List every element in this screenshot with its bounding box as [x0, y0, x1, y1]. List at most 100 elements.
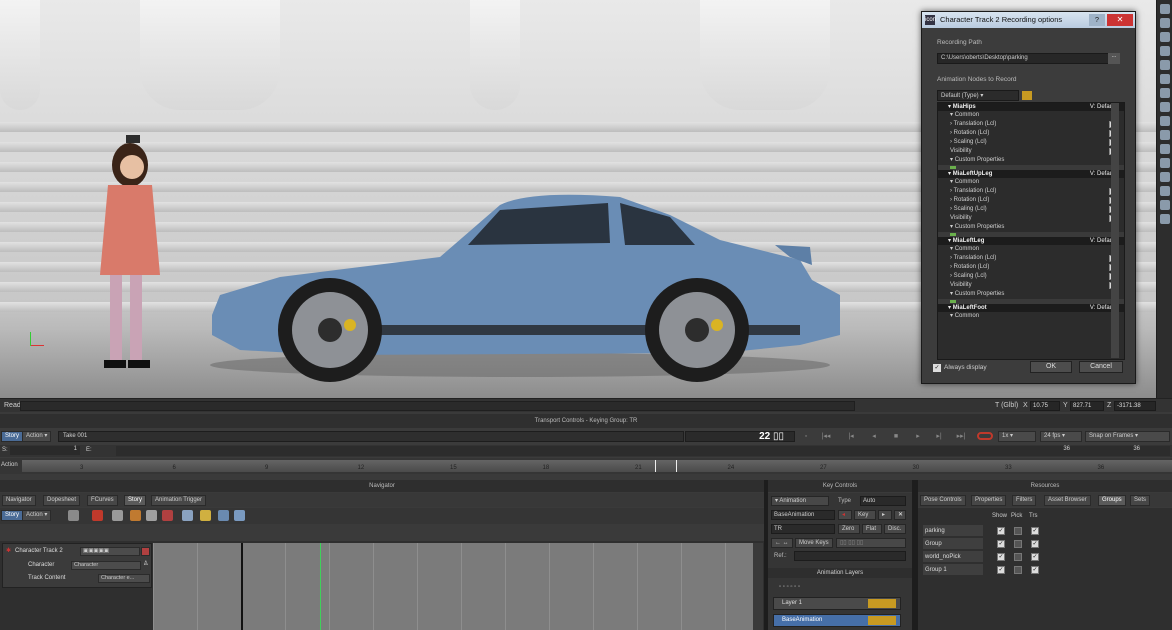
video-track-icon[interactable]	[218, 510, 229, 521]
camera-icon[interactable]	[1159, 18, 1170, 28]
character-dropdown[interactable]: Character	[71, 561, 141, 570]
goto-end-icon[interactable]: ▸▸|	[955, 431, 967, 442]
track-toggle-icons[interactable]: ▣▣▣▣▣	[80, 547, 140, 556]
disc-button[interactable]: Disc.	[884, 524, 906, 534]
type-dropdown[interactable]: Auto	[860, 496, 906, 506]
base-animation-dropdown[interactable]: BaseAnimation	[771, 510, 835, 520]
node-header[interactable]: ▾ MiaLeftFoot V: Default	[938, 304, 1124, 312]
timeline-track[interactable]: 3 6 9 12 15 18 21 24 27 30 33 36	[22, 460, 1172, 472]
action-mode-button[interactable]: Action ▾	[22, 431, 52, 442]
timeline-cursor[interactable]	[655, 460, 677, 472]
prev-key-button[interactable]: ◂	[838, 510, 852, 520]
tab-story[interactable]: Story	[124, 495, 147, 506]
cancel-button[interactable]: Cancel	[1079, 361, 1123, 373]
skeleton-icon[interactable]	[1159, 144, 1170, 154]
car-model[interactable]	[200, 185, 850, 385]
close-icon[interactable]: ✕	[1107, 14, 1133, 26]
range-ruler[interactable]: S: 1 E: 36 36	[0, 445, 1172, 457]
layer-weight-icon[interactable]	[868, 616, 896, 625]
trs-checkbox[interactable]: ✓	[1031, 527, 1039, 535]
move-keys-left-button[interactable]: ← ↔	[771, 538, 793, 548]
help-icon[interactable]: ?	[1089, 14, 1105, 26]
scale-icon[interactable]	[1159, 60, 1170, 70]
tab-fcurves[interactable]: FCurves	[87, 495, 118, 506]
node-property-row[interactable]: › Translation (Lcl)	[938, 254, 1124, 263]
marker-icon[interactable]	[1159, 116, 1170, 126]
tab-sets[interactable]: Sets	[1130, 495, 1151, 506]
track-record-icon[interactable]	[141, 547, 150, 556]
node-property-row[interactable]: ▾ Common	[938, 111, 1124, 120]
next-key-icon[interactable]: ▸|	[933, 431, 945, 442]
tab-filters[interactable]: Filters	[1012, 495, 1037, 506]
filter-icon[interactable]	[1022, 91, 1032, 100]
group-row[interactable]: Group ✓ ✓	[920, 538, 1172, 550]
razor-icon[interactable]	[112, 510, 123, 521]
move-keys-button[interactable]: Move Keys	[795, 538, 833, 548]
track-content-field[interactable]: Character e...	[98, 574, 150, 583]
nodes-dropdown[interactable]: Default (Type) ▾	[937, 90, 1019, 101]
ok-button[interactable]: OK	[1030, 361, 1072, 373]
animation-dropdown[interactable]: ▾ Animation	[771, 496, 829, 506]
key-reduction-buttons[interactable]: ▯▯ ▯▯ ▯▯	[836, 538, 906, 548]
y-coord[interactable]: 827.71	[1070, 401, 1104, 411]
move-icon[interactable]	[1159, 32, 1170, 42]
recording-path-input[interactable]: C:\Users\oberts\Desktop\parking	[937, 53, 1120, 64]
node-property-row[interactable]: › Rotation (Lcl)	[938, 129, 1124, 138]
node-property-row[interactable]: ▾ Custom Properties	[938, 156, 1124, 165]
action-button[interactable]: Action ▾	[22, 510, 52, 521]
delete-key-icon[interactable]: ✕	[894, 510, 906, 520]
x-coord[interactable]: 10.75	[1030, 401, 1060, 411]
trs-checkbox[interactable]: ✓	[1031, 540, 1039, 548]
record-track-icon[interactable]	[92, 510, 103, 521]
tab-pose-controls[interactable]: Pose Controls	[920, 495, 966, 506]
node-property-row[interactable]: ▾ Custom Properties	[938, 223, 1124, 232]
node-property-row[interactable]: Visibility	[938, 281, 1124, 290]
track-timeline[interactable]	[153, 543, 753, 630]
node-list-scrollbar[interactable]	[1111, 103, 1119, 358]
story-button[interactable]: Story	[1, 510, 24, 521]
character-pose-icon[interactable]: ♙	[143, 560, 148, 567]
loop-icon[interactable]: ▫	[800, 431, 812, 442]
key-button[interactable]: Key	[854, 510, 876, 520]
tab-animation-trigger[interactable]: Animation Trigger	[151, 495, 207, 506]
layer-row[interactable]: BaseAnimation	[773, 614, 901, 627]
pick-checkbox[interactable]	[1014, 566, 1022, 574]
always-display-checkbox[interactable]: ✓	[933, 364, 941, 372]
prev-key-icon[interactable]: |◂	[845, 431, 857, 442]
group-row[interactable]: parking ✓ ✓	[920, 525, 1172, 537]
pick-checkbox[interactable]	[1014, 527, 1022, 535]
audio-track-icon[interactable]	[200, 510, 211, 521]
record-button[interactable]	[977, 432, 993, 440]
folder-track-icon[interactable]	[234, 510, 245, 521]
brush-icon[interactable]	[130, 510, 141, 521]
group-row[interactable]: world_noPick ✓ ✓	[920, 551, 1172, 563]
play-reverse-icon[interactable]: ◂	[868, 431, 880, 442]
snap-dropdown[interactable]: Snap on Frames ▾	[1085, 431, 1170, 442]
z-coord[interactable]: -3171.38	[1114, 401, 1156, 411]
trs-checkbox[interactable]: ✓	[1031, 553, 1039, 561]
node-property-row[interactable]: › Translation (Lcl)	[938, 187, 1124, 196]
lamp-icon[interactable]	[1159, 200, 1170, 210]
zero-button[interactable]: Zero	[838, 524, 860, 534]
node-property-row[interactable]: › Rotation (Lcl)	[938, 196, 1124, 205]
browse-button[interactable]: ...	[1108, 53, 1120, 64]
flat-button[interactable]: Flat	[862, 524, 882, 534]
link-icon[interactable]	[1159, 74, 1170, 84]
story-playhead[interactable]	[320, 543, 321, 630]
layer-weight-icon[interactable]	[868, 599, 896, 608]
range-ruler-track[interactable]	[116, 446, 1170, 456]
pick-checkbox[interactable]	[1014, 540, 1022, 548]
current-frame-field[interactable]: 22 ▯▯	[685, 431, 795, 442]
layers-icon[interactable]	[1159, 130, 1170, 140]
reference-field[interactable]	[794, 551, 906, 561]
rotate-icon[interactable]	[1159, 46, 1170, 56]
null-icon[interactable]	[1159, 172, 1170, 182]
story-mode-button[interactable]: Story	[1, 431, 24, 442]
goto-start-icon[interactable]: |◂◂	[820, 431, 832, 442]
node-property-row[interactable]: Visibility	[938, 147, 1124, 156]
tab-navigator[interactable]: Navigator	[2, 495, 36, 506]
layer-tool-icons[interactable]: ▫ ▫ ▫ ▫ ▫ ▫	[779, 584, 839, 592]
timeline[interactable]: Action 3 6 9 12 15 18 21 24 27 30 33 36	[0, 458, 1172, 474]
pick-checkbox[interactable]	[1014, 553, 1022, 561]
node-property-row[interactable]: › Scaling (Lcl)	[938, 205, 1124, 214]
